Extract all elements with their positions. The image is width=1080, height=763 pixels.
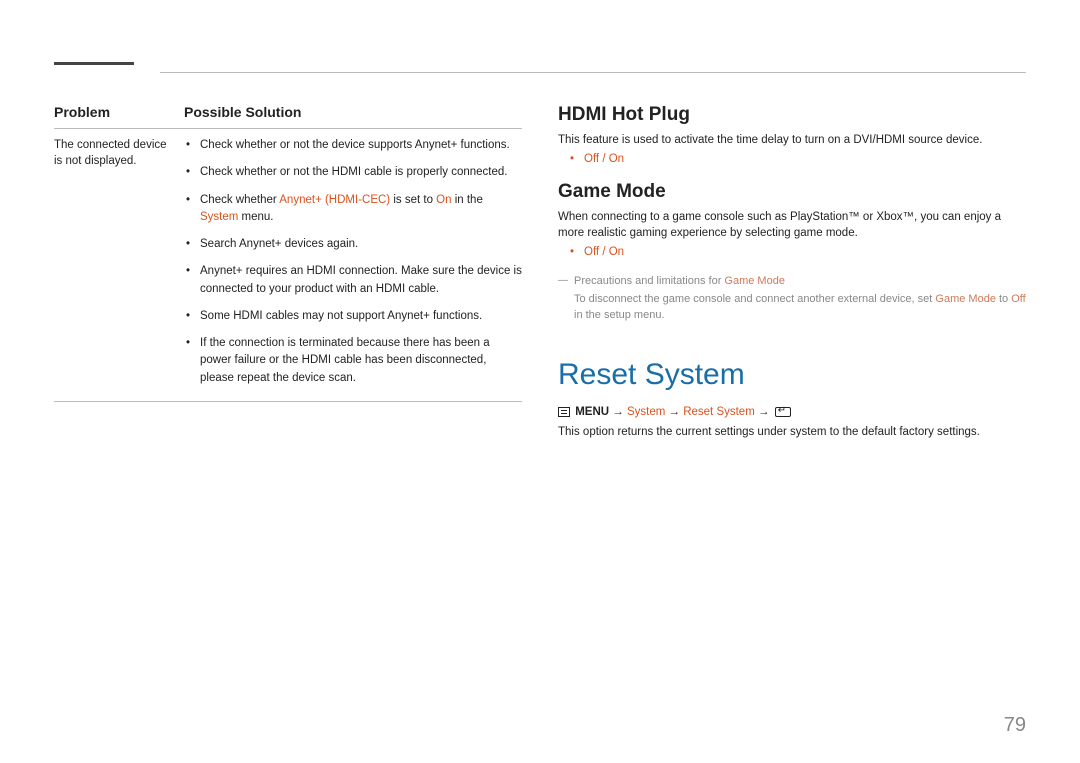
- off-on-option: Off / On: [584, 153, 1026, 165]
- left-column: Problem Possible Solution The connected …: [54, 60, 522, 445]
- anynet-link: Anynet+ (HDMI-CEC): [279, 194, 390, 206]
- game-mode-heading: Game Mode: [558, 181, 1026, 203]
- menu-path: MENU → System → Reset System →: [558, 406, 1026, 418]
- header-problem: Problem: [54, 104, 184, 120]
- reset-desc: This option returns the current settings…: [558, 424, 1026, 441]
- list-item: Check whether or not the device supports…: [200, 137, 522, 154]
- game-mode-desc: When connecting to a game console such a…: [558, 209, 1026, 242]
- table-header: Problem Possible Solution: [54, 104, 522, 120]
- list-item: Search Anynet+ devices again.: [200, 236, 522, 253]
- page-number: 79: [1004, 714, 1026, 737]
- enter-icon: [775, 407, 791, 417]
- list-item: Some HDMI cables may not support Anynet+…: [200, 308, 522, 325]
- menu-icon: [558, 407, 570, 417]
- game-mode-options: Off / On: [558, 246, 1026, 258]
- table-end-rule: [54, 401, 522, 402]
- solution-cell: Check whether or not the device supports…: [184, 137, 522, 397]
- top-rule: [160, 72, 1026, 73]
- list-item: If the connection is terminated because …: [200, 335, 522, 387]
- game-mode-precaution-detail: To disconnect the game console and conne…: [558, 292, 1026, 324]
- problem-cell: The connected device is not displayed.: [54, 137, 184, 397]
- right-column: HDMI Hot Plug This feature is used to ac…: [558, 60, 1026, 445]
- on-text: On: [436, 194, 451, 206]
- solution-list: Check whether or not the device supports…: [184, 137, 522, 387]
- path-reset: Reset System: [683, 406, 755, 418]
- path-system: System: [627, 406, 665, 418]
- reset-system-heading: Reset System: [558, 358, 1026, 392]
- system-text: System: [200, 211, 238, 223]
- section-indicator: [54, 62, 134, 65]
- header-solution: Possible Solution: [184, 104, 301, 120]
- game-mode-precaution: Precautions and limitations for Game Mod…: [558, 274, 1026, 290]
- list-item: Anynet+ requires an HDMI connection. Mak…: [200, 263, 522, 298]
- off-on-option: Off / On: [584, 246, 1026, 258]
- list-item: Check whether or not the HDMI cable is p…: [200, 164, 522, 181]
- hdmi-options: Off / On: [558, 153, 1026, 165]
- hdmi-desc: This feature is used to activate the tim…: [558, 132, 1026, 149]
- hdmi-hot-plug-heading: HDMI Hot Plug: [558, 104, 1026, 126]
- table-row: The connected device is not displayed. C…: [54, 128, 522, 397]
- list-item: Check whether Anynet+ (HDMI-CEC) is set …: [200, 192, 522, 227]
- game-mode-link: Game Mode: [724, 275, 785, 287]
